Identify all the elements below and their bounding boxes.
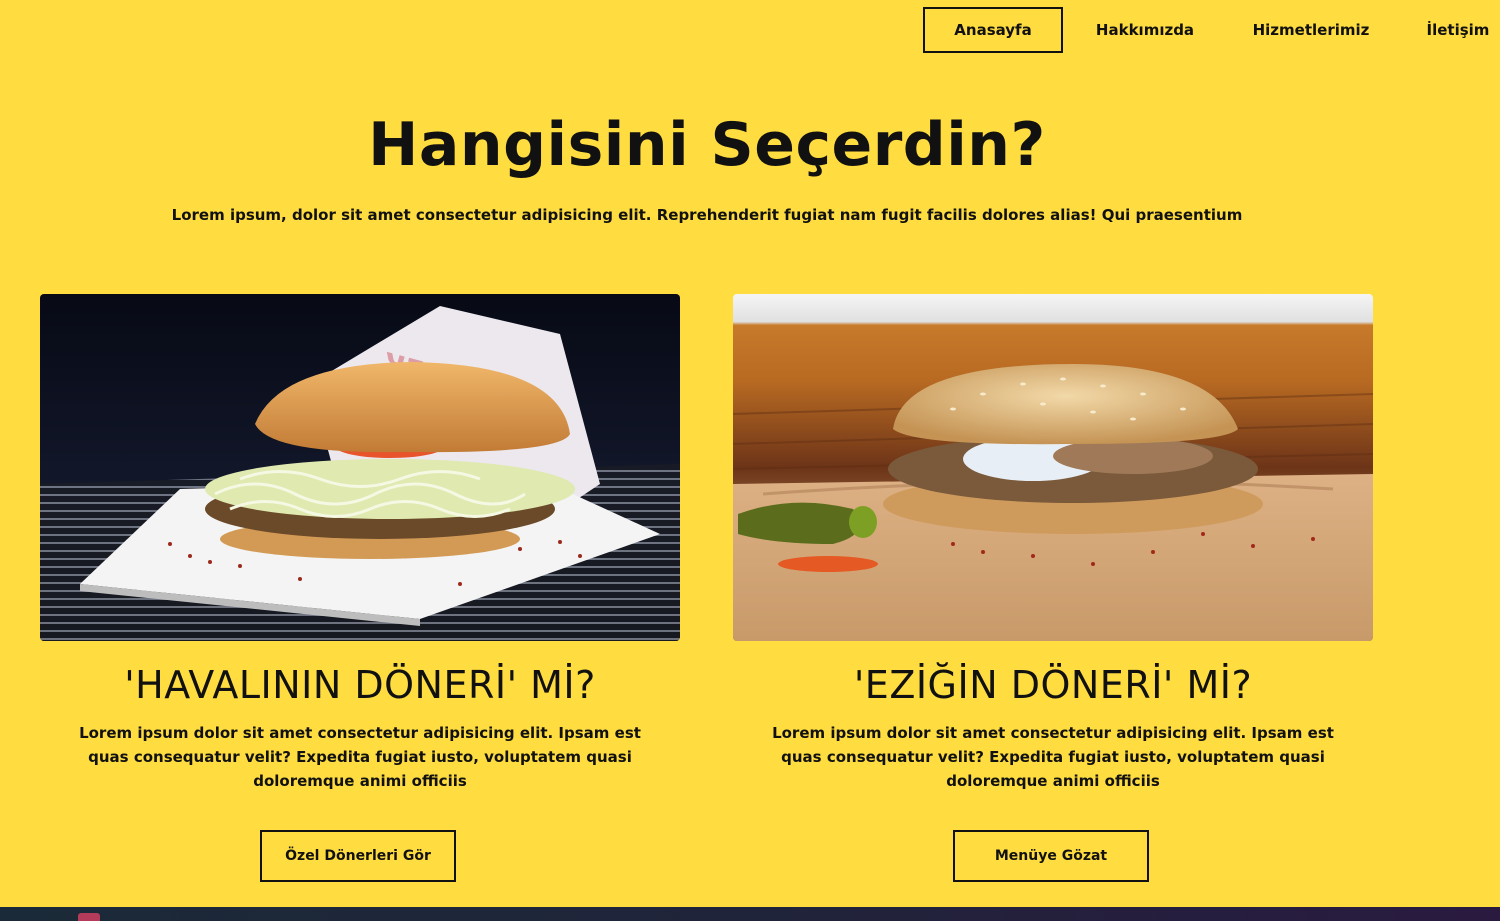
doner-card-havali: DÖNER 'HAVALININ bbox=[40, 294, 680, 882]
card-title-havali: 'HAVALININ DÖNERİ' Mİ? bbox=[124, 663, 596, 707]
nav-home-link[interactable]: Anasayfa bbox=[923, 7, 1063, 53]
os-taskbar bbox=[0, 907, 1500, 921]
menu-browse-button[interactable]: Menüye Gözat bbox=[953, 830, 1149, 882]
doner-card-ezik: 'EZİĞİN DÖNERİ' Mİ? Lorem ipsum dolor si… bbox=[733, 294, 1373, 882]
nav-services-link[interactable]: Hizmetlerimiz bbox=[1239, 7, 1383, 53]
card-title-ezik: 'EZİĞİN DÖNERİ' Mİ? bbox=[853, 663, 1253, 707]
hero-title: Hangisini Seçerdin? bbox=[368, 110, 1046, 180]
nav-contact-link[interactable]: İletişim bbox=[1417, 7, 1499, 53]
hero-subtitle: Lorem ipsum, dolor sit amet consectetur … bbox=[171, 206, 1243, 224]
top-nav: Anasayfa Hakkımızda Hizmetlerimiz İletiş… bbox=[923, 7, 1500, 53]
special-doners-button[interactable]: Özel Dönerleri Gör bbox=[260, 830, 456, 882]
doner-photo-havali: DÖNER bbox=[40, 294, 680, 641]
card-text-havali: Lorem ipsum dolor sit amet consectetur a… bbox=[79, 724, 641, 790]
doner-photo-ezik bbox=[733, 294, 1373, 641]
card-text-ezik: Lorem ipsum dolor sit amet consectetur a… bbox=[772, 724, 1334, 790]
nav-about-link[interactable]: Hakkımızda bbox=[1081, 7, 1209, 53]
taskbar-app-icon[interactable] bbox=[78, 913, 100, 921]
